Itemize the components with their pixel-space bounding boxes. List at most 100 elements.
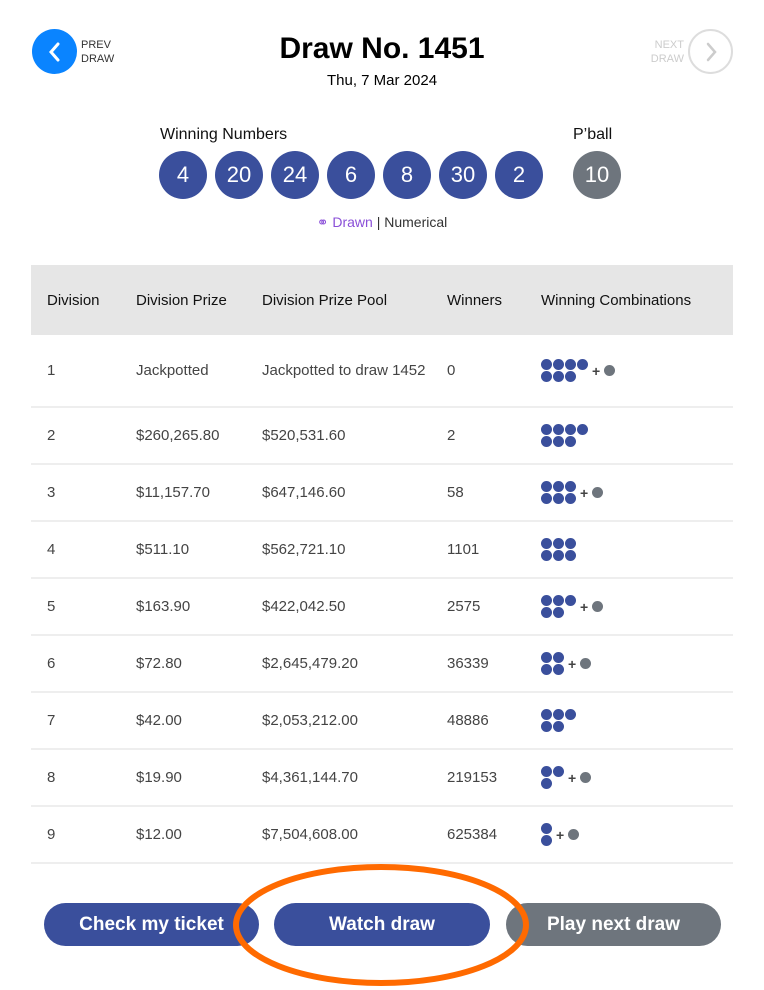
table-row: 2 $260,265.80 $520,531.60 2 bbox=[31, 407, 733, 465]
number-dot bbox=[553, 493, 564, 504]
combination-icon bbox=[541, 709, 733, 732]
powerball-dot bbox=[580, 772, 592, 783]
cell-prize: $511.10 bbox=[120, 521, 246, 579]
number-dot bbox=[553, 481, 564, 492]
col-pool: Division Prize Pool bbox=[246, 265, 431, 335]
number-dot bbox=[565, 359, 576, 370]
number-dot bbox=[541, 595, 552, 606]
number-dot bbox=[541, 766, 552, 777]
cell-prize: Jackpotted bbox=[120, 335, 246, 408]
drawn-order-link[interactable]: Drawn bbox=[332, 214, 372, 230]
number-dot bbox=[553, 766, 564, 777]
draw-date: Thu, 7 Mar 2024 bbox=[326, 72, 438, 89]
number-dot bbox=[541, 709, 552, 720]
table-row: 4 $511.10 $562,721.10 1101 bbox=[31, 521, 733, 579]
cell-division: 8 bbox=[31, 749, 120, 807]
page-title: Draw No. 1451 bbox=[279, 32, 485, 65]
number-dot bbox=[565, 709, 576, 720]
number-dot bbox=[553, 359, 564, 370]
cell-division: 6 bbox=[31, 635, 120, 693]
table-row: 5 $163.90 $422,042.50 2575 + bbox=[31, 578, 733, 636]
table-row: 7 $42.00 $2,053,212.00 48886 bbox=[31, 692, 733, 750]
play-next-draw-button[interactable]: Play next draw bbox=[506, 903, 721, 946]
number-dot bbox=[553, 371, 564, 382]
cell-winners: 0 bbox=[431, 335, 525, 408]
number-dot bbox=[565, 371, 576, 382]
watch-draw-button[interactable]: Watch draw bbox=[274, 903, 490, 946]
cell-pool: Jackpotted to draw 1452 bbox=[246, 335, 431, 408]
combination-icon: + bbox=[541, 652, 733, 675]
number-dot bbox=[565, 436, 576, 447]
plus-icon: + bbox=[580, 484, 589, 501]
number-dot bbox=[565, 538, 576, 549]
numerical-order-link[interactable]: Numerical bbox=[384, 214, 447, 230]
cell-division: 4 bbox=[31, 521, 120, 579]
number-dot bbox=[553, 607, 564, 618]
number-dot bbox=[541, 436, 552, 447]
winning-numbers-label: Winning Numbers bbox=[160, 126, 288, 143]
plus-icon: + bbox=[568, 769, 577, 786]
number-ball: 4 bbox=[159, 151, 207, 199]
table-row: 1 Jackpotted Jackpotted to draw 1452 0 + bbox=[31, 335, 733, 408]
number-dot bbox=[541, 778, 552, 789]
cell-winners: 2 bbox=[431, 407, 525, 465]
cell-winners: 625384 bbox=[431, 806, 525, 864]
powerball-label: P’ball bbox=[573, 126, 613, 143]
number-dot bbox=[553, 424, 564, 435]
number-dot bbox=[541, 823, 552, 834]
combination-icon: + bbox=[541, 359, 733, 382]
cell-prize: $72.80 bbox=[120, 635, 246, 693]
number-dot bbox=[553, 709, 564, 720]
cell-pool: $520,531.60 bbox=[246, 407, 431, 465]
number-dot bbox=[541, 607, 552, 618]
powerball: 10 bbox=[573, 151, 621, 199]
combination-icon: + bbox=[541, 823, 733, 846]
cell-combination: + bbox=[525, 635, 733, 693]
number-dot bbox=[541, 652, 552, 663]
cell-combination bbox=[525, 521, 733, 579]
col-winners: Winners bbox=[431, 265, 525, 335]
cell-combination: + bbox=[525, 464, 733, 522]
number-dot bbox=[541, 493, 552, 504]
cell-division: 5 bbox=[31, 578, 120, 636]
number-dot bbox=[565, 481, 576, 492]
balls-icon: ⚭ bbox=[316, 214, 329, 230]
powerball-dot bbox=[580, 658, 592, 669]
cell-prize: $42.00 bbox=[120, 692, 246, 750]
number-dot bbox=[541, 721, 552, 732]
number-dot bbox=[577, 359, 588, 370]
table-row: 3 $11,157.70 $647,146.60 58 + bbox=[31, 464, 733, 522]
col-combinations: Winning Combinations bbox=[525, 265, 733, 335]
number-ball: 2 bbox=[495, 151, 543, 199]
number-dot bbox=[553, 595, 564, 606]
number-ball: 6 bbox=[327, 151, 375, 199]
cell-pool: $2,053,212.00 bbox=[246, 692, 431, 750]
plus-icon: + bbox=[556, 826, 565, 843]
table-row: 8 $19.90 $4,361,144.70 219153 + bbox=[31, 749, 733, 807]
combination-icon bbox=[541, 538, 733, 561]
cell-pool: $4,361,144.70 bbox=[246, 749, 431, 807]
powerball-dot bbox=[592, 601, 604, 612]
col-prize: Division Prize bbox=[120, 265, 246, 335]
winning-numbers: 4 20 24 6 8 30 2 bbox=[159, 151, 543, 199]
number-dot bbox=[565, 493, 576, 504]
cell-pool: $647,146.60 bbox=[246, 464, 431, 522]
cell-prize: $12.00 bbox=[120, 806, 246, 864]
cell-pool: $2,645,479.20 bbox=[246, 635, 431, 693]
powerball-dot bbox=[604, 365, 616, 376]
plus-icon: + bbox=[592, 362, 601, 379]
number-dot bbox=[541, 424, 552, 435]
check-ticket-button[interactable]: Check my ticket bbox=[44, 903, 259, 946]
cell-division: 7 bbox=[31, 692, 120, 750]
powerball-dot bbox=[568, 829, 580, 840]
number-dot bbox=[541, 664, 552, 675]
combination-icon: + bbox=[541, 766, 733, 789]
number-dot bbox=[565, 550, 576, 561]
cell-pool: $562,721.10 bbox=[246, 521, 431, 579]
table-row: 6 $72.80 $2,645,479.20 36339 + bbox=[31, 635, 733, 693]
number-ball: 20 bbox=[215, 151, 263, 199]
cell-winners: 219153 bbox=[431, 749, 525, 807]
combination-icon: + bbox=[541, 481, 733, 504]
number-dot bbox=[553, 436, 564, 447]
prize-table: Division Division Prize Division Prize P… bbox=[31, 265, 733, 864]
